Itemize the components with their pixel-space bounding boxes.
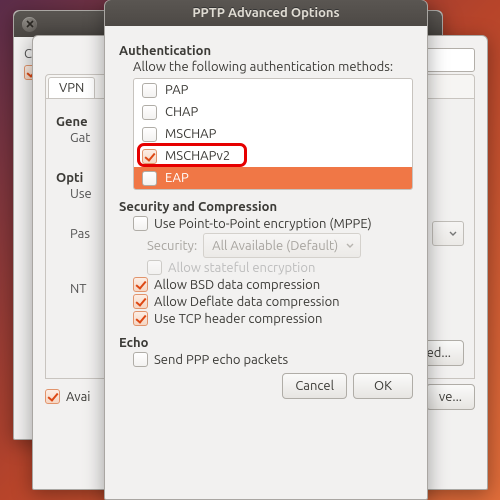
security-label: Security: <box>147 239 197 253</box>
deflate-label: Allow Deflate data compression <box>154 295 340 309</box>
checkbox[interactable] <box>133 294 148 309</box>
checkbox[interactable] <box>142 105 157 120</box>
chevron-down-icon <box>449 227 457 241</box>
bsd-row[interactable]: Allow BSD data compression <box>133 277 413 292</box>
tcp-label: Use TCP header compression <box>154 312 322 326</box>
mppe-row[interactable]: Use Point-to-Point encryption (MPPE) <box>133 216 413 231</box>
section-security: Security and Compression <box>119 200 413 214</box>
auth-method-mschapv2[interactable]: MSCHAPv2 <box>134 145 412 167</box>
auth-method-eap[interactable]: EAP <box>134 167 412 189</box>
combo[interactable] <box>432 221 464 246</box>
checkbox[interactable] <box>142 149 157 164</box>
auth-method-label: PAP <box>165 83 188 97</box>
stateful-label: Allow stateful encryption <box>168 261 315 275</box>
ok-button[interactable]: OK <box>353 373 413 399</box>
checkbox[interactable] <box>45 389 60 404</box>
label: Gat <box>70 131 90 145</box>
section-authentication: Authentication <box>119 44 413 58</box>
bsd-label: Allow BSD data compression <box>154 278 320 292</box>
checkbox[interactable] <box>142 127 157 142</box>
security-combo-value: All Available (Default) <box>212 239 338 253</box>
checkbox[interactable] <box>133 216 148 231</box>
checkbox[interactable] <box>142 171 157 186</box>
auth-method-label: MSCHAP <box>165 127 216 141</box>
auth-method-label: CHAP <box>165 105 198 119</box>
checkbox[interactable] <box>133 277 148 292</box>
cancel-button[interactable]: Cancel <box>282 373 347 399</box>
label: Use <box>70 187 92 201</box>
save-button[interactable]: ve... <box>426 384 475 410</box>
chevron-down-icon <box>346 239 354 253</box>
dialog-title: PPTP Advanced Options <box>113 6 419 20</box>
text-input[interactable] <box>421 48 475 72</box>
auth-method-label: EAP <box>165 171 189 185</box>
deflate-row[interactable]: Allow Deflate data compression <box>133 294 413 309</box>
label: Avai <box>66 390 90 404</box>
pptp-advanced-options-dialog: PPTP Advanced Options Authentication All… <box>104 0 428 500</box>
auth-methods-list: PAP CHAP MSCHAP MSCHAPv2 EAP <box>133 78 413 190</box>
tcp-row[interactable]: Use TCP header compression <box>133 311 413 326</box>
auth-method-label: MSCHAPv2 <box>165 149 230 163</box>
echo-row[interactable]: Send PPP echo packets <box>133 352 413 367</box>
titlebar[interactable]: PPTP Advanced Options <box>105 0 427 26</box>
label: NT <box>70 282 87 296</box>
tab-vpn[interactable]: VPN <box>48 77 95 98</box>
auth-allow-label: Allow the following authentication metho… <box>133 60 413 74</box>
security-combo-row: Security: All Available (Default) <box>147 233 413 258</box>
close-icon[interactable] <box>22 17 37 32</box>
echo-label: Send PPP echo packets <box>154 353 288 367</box>
checkbox[interactable] <box>133 352 148 367</box>
auth-method-pap[interactable]: PAP <box>134 79 412 101</box>
checkbox[interactable] <box>133 311 148 326</box>
auth-method-chap[interactable]: CHAP <box>134 101 412 123</box>
auth-method-mschap[interactable]: MSCHAP <box>134 123 412 145</box>
label: Pas <box>70 227 90 241</box>
checkbox[interactable] <box>142 83 157 98</box>
checkbox <box>147 260 162 275</box>
security-combo: All Available (Default) <box>203 233 361 258</box>
mppe-label: Use Point-to-Point encryption (MPPE) <box>154 217 372 231</box>
section-echo: Echo <box>119 336 413 350</box>
stateful-row: Allow stateful encryption <box>147 260 413 275</box>
